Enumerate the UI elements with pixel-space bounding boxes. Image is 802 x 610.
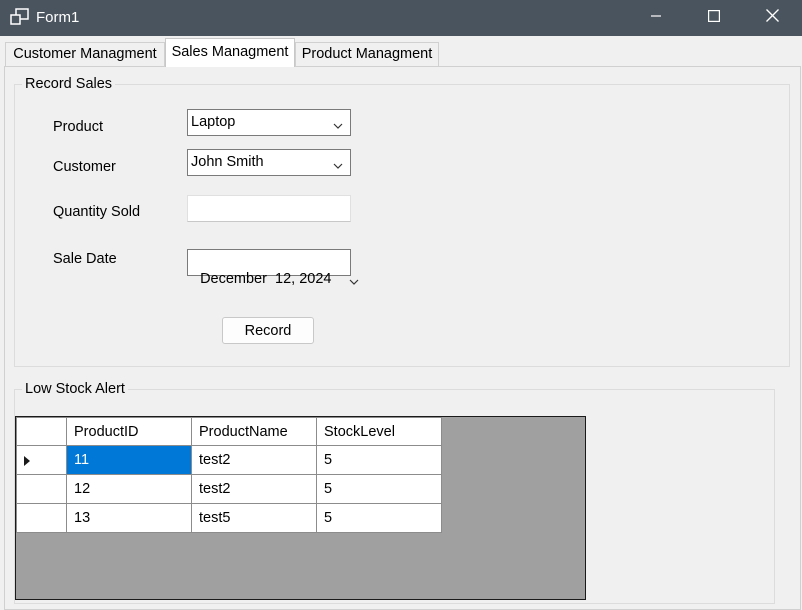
low-stock-alert-legend: Low Stock Alert [22, 381, 128, 397]
product-label: Product [53, 119, 103, 135]
table-cell[interactable]: 11 [66, 445, 192, 475]
row-header[interactable] [16, 474, 67, 504]
record-sales-group: Record Sales [14, 76, 790, 367]
table-cell[interactable]: test2 [191, 474, 317, 504]
low-stock-grid[interactable]: ProductID ProductName StockLevel 11 test… [15, 416, 586, 600]
table-cell[interactable]: 5 [316, 503, 442, 533]
minimize-button[interactable] [627, 0, 685, 36]
maximize-icon [708, 9, 721, 27]
customer-label: Customer [53, 159, 116, 175]
chevron-down-icon [333, 258, 359, 285]
sale-date-picker[interactable]: December 12, 2024 [187, 249, 359, 287]
table-cell[interactable]: test2 [191, 445, 317, 475]
window-title: Form1 [36, 9, 80, 26]
low-stock-table: ProductID ProductName StockLevel 11 test… [16, 417, 442, 533]
sale-date-label: Sale Date [53, 251, 117, 267]
minimize-icon [650, 9, 662, 27]
product-combobox[interactable]: Laptop [187, 109, 351, 136]
table-cell[interactable]: test5 [191, 503, 317, 533]
table-row[interactable]: 11 test2 5 [16, 445, 442, 475]
title-bar: Form1 [0, 0, 802, 36]
form-window-icon [10, 8, 30, 26]
column-header-productname[interactable]: ProductName [191, 417, 317, 446]
table-cell[interactable]: 12 [66, 474, 192, 504]
column-header-productid[interactable]: ProductID [66, 417, 192, 446]
chevron-down-icon [333, 118, 343, 129]
quantity-sold-input[interactable] [187, 195, 351, 222]
customer-combobox[interactable]: John Smith [187, 149, 351, 176]
table-row[interactable]: 12 test2 5 [16, 474, 442, 504]
table-row[interactable]: 13 test5 5 [16, 503, 442, 533]
tab-customer-managment[interactable]: Customer Managment [5, 42, 165, 66]
sale-date-value: December 12, 2024 [200, 271, 332, 287]
table-header-row: ProductID ProductName StockLevel [16, 417, 442, 446]
maximize-button[interactable] [685, 0, 743, 36]
close-button[interactable] [743, 0, 801, 36]
table-cell[interactable]: 5 [316, 445, 442, 475]
chevron-down-icon [333, 158, 343, 169]
close-icon [765, 9, 779, 27]
row-header[interactable] [16, 503, 67, 533]
column-header-stocklevel[interactable]: StockLevel [316, 417, 442, 446]
tab-sales-managment[interactable]: Sales Managment [165, 38, 295, 67]
quantity-sold-label: Quantity Sold [53, 204, 141, 220]
row-header[interactable] [16, 445, 67, 475]
table-cell[interactable]: 5 [316, 474, 442, 504]
tab-product-managment[interactable]: Product Managment [295, 42, 439, 66]
current-row-arrow-icon [24, 456, 30, 466]
product-combobox-value: Laptop [191, 114, 236, 130]
record-button[interactable]: Record [222, 317, 314, 344]
row-header-corner[interactable] [16, 417, 67, 446]
table-cell[interactable]: 13 [66, 503, 192, 533]
customer-combobox-value: John Smith [191, 154, 264, 170]
record-sales-legend: Record Sales [22, 76, 116, 92]
